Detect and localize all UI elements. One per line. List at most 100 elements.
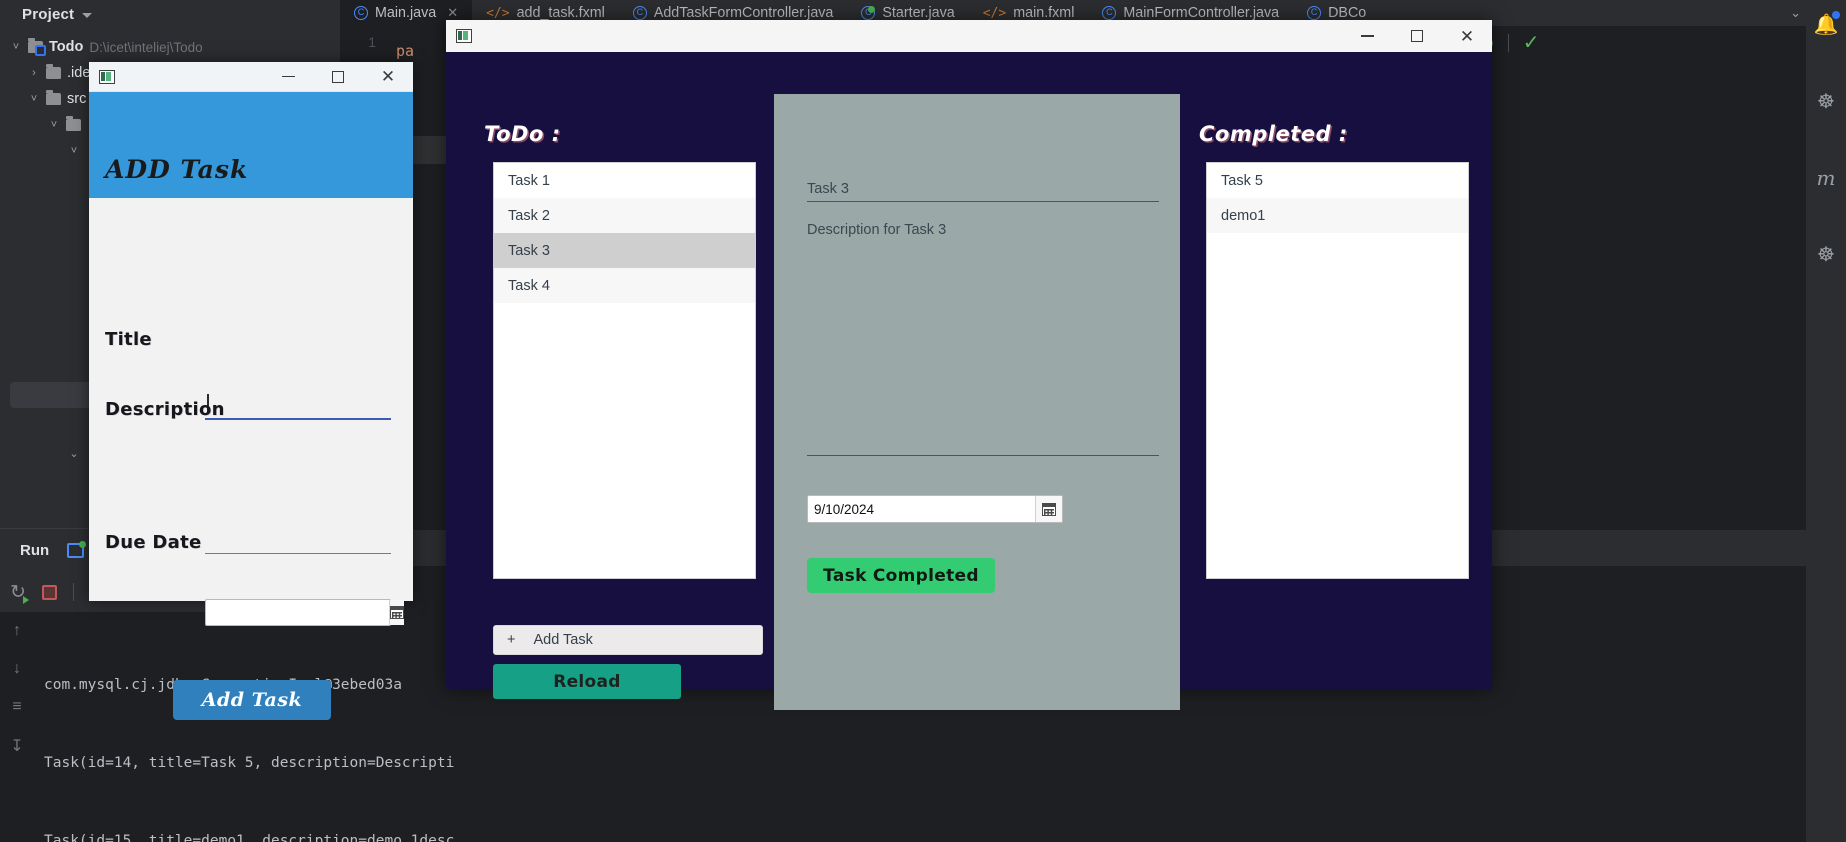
completed-list[interactable]: Task 5 demo1: [1206, 162, 1469, 579]
java-class-icon: C: [354, 6, 368, 20]
arrow-up-icon[interactable]: ↑: [13, 622, 21, 640]
folder-icon: [46, 90, 61, 105]
list-item-label: Task 1: [508, 172, 550, 189]
tab-label: AddTaskFormController.java: [653, 5, 834, 21]
task-completed-button[interactable]: Task Completed: [807, 558, 995, 593]
description-label: Description: [105, 399, 225, 420]
divider: [72, 583, 74, 601]
list-item-label: Task 3: [508, 242, 550, 259]
due-date-input[interactable]: [206, 600, 389, 625]
todo-main-window: ✕ Description for Task 3 Task Completed …: [446, 20, 1492, 710]
tab-label: Main.java: [375, 5, 437, 21]
run-console[interactable]: ↑ ↓ ≡ ↧ com.mysql.cj.jdbc.ConnectionImpl…: [0, 612, 455, 842]
description-input[interactable]: [205, 528, 391, 554]
plus-icon: +: [507, 632, 516, 648]
calendar-icon: [390, 606, 404, 619]
list-item-selected[interactable]: Task 3: [494, 233, 755, 268]
console-output: com.mysql.cj.jdbc.ConnectionImpl@3ebed03…: [44, 620, 455, 842]
detail-due-date-picker[interactable]: [807, 495, 1063, 523]
list-item[interactable]: Task 1: [494, 163, 755, 198]
list-item[interactable]: demo1: [1207, 198, 1468, 233]
dialog-title-bar[interactable]: ✕: [89, 62, 413, 92]
reload-button[interactable]: Reload: [493, 664, 681, 699]
tab-label: DBCo: [1328, 5, 1367, 21]
python-package-icon[interactable]: ☸: [1817, 242, 1835, 267]
divider: [1507, 33, 1509, 52]
tree-item-label: .ide: [67, 65, 91, 81]
detail-description-input[interactable]: Description for Task 3: [807, 220, 1159, 456]
tree-item-label: Todo: [49, 39, 84, 55]
checkmark-icon[interactable]: ✓: [1523, 30, 1540, 55]
due-date-label: Due Date: [105, 532, 202, 553]
expand-arrow-icon[interactable]: ⌄: [68, 447, 80, 460]
stop-icon[interactable]: [41, 584, 57, 600]
rerun-icon[interactable]: ↻: [10, 581, 29, 604]
soft-wrap-icon[interactable]: ≡: [12, 698, 21, 716]
close-icon[interactable]: ✕: [1442, 21, 1492, 51]
expand-arrow-icon[interactable]: ˅: [10, 41, 22, 53]
close-icon[interactable]: ✕: [447, 5, 458, 21]
tree-item-todo[interactable]: ˅ Todo D:\icet\inteliej\Todo: [0, 34, 340, 60]
detail-title-input[interactable]: [807, 176, 1159, 202]
notifications-bell-icon[interactable]: 🔔: [1814, 11, 1841, 37]
chevron-down-icon[interactable]: [82, 12, 93, 18]
expand-arrow-icon[interactable]: ›: [28, 67, 40, 79]
run-panel-title: Run: [20, 542, 50, 559]
list-item[interactable]: Task 4: [494, 268, 755, 303]
xml-icon: </>: [486, 5, 510, 21]
chevron-down-icon[interactable]: ⌄: [1790, 5, 1801, 21]
console-line: Task(id=15, title=demo1, description=dem…: [44, 833, 455, 842]
expand-arrow-icon[interactable]: ˅: [48, 119, 60, 131]
tree-item-path: D:\icet\inteliej\Todo: [89, 39, 203, 55]
list-item[interactable]: Task 5: [1207, 163, 1468, 198]
minimize-icon[interactable]: [263, 62, 313, 92]
console-side-toolbar: ↑ ↓ ≡ ↧: [0, 612, 34, 842]
window-controls: ✕: [1342, 21, 1492, 51]
java-runnable-class-icon: C: [861, 6, 876, 20]
due-date-picker[interactable]: [205, 599, 404, 626]
project-panel-header[interactable]: Project: [0, 0, 340, 28]
expand-arrow-icon[interactable]: ˅: [28, 93, 40, 105]
main-window-body: Description for Task 3 Task Completed To…: [446, 52, 1492, 710]
screen-root: 1 › pa pu } C Main.java ✕ </> add_task.f…: [0, 0, 1846, 842]
expand-arrow-icon[interactable]: ˅: [68, 145, 80, 157]
submit-add-task-button[interactable]: Add Task: [173, 680, 331, 720]
todo-heading: ToDo :: [484, 122, 561, 146]
tree-item-label: src: [67, 91, 87, 107]
main-window-title-bar[interactable]: ✕: [446, 20, 1492, 52]
run-config-icon[interactable]: [67, 541, 87, 558]
dialog-header-banner: ADD Task: [89, 92, 413, 198]
calendar-button[interactable]: [389, 600, 404, 625]
tree-item-nested-3[interactable]: ⌄: [0, 440, 80, 466]
database-icon[interactable]: ☸: [1817, 89, 1835, 114]
list-item-label: Task 4: [508, 277, 550, 294]
list-item-label: Task 2: [508, 207, 550, 224]
folder-icon: [66, 116, 81, 131]
detail-due-date-input[interactable]: [808, 496, 1035, 522]
list-item-label: demo1: [1221, 207, 1266, 224]
title-input[interactable]: [205, 394, 391, 420]
editor-bottom-strip: [340, 782, 1806, 842]
arrow-down-icon[interactable]: ↓: [13, 660, 21, 678]
todo-list[interactable]: Task 1 Task 2 Task 3 Task 4: [493, 162, 756, 579]
tab-label: add_task.fxml: [516, 5, 605, 21]
java-class-icon: C: [1307, 6, 1322, 20]
scroll-to-end-icon[interactable]: ↧: [10, 736, 23, 756]
folder-icon: [28, 38, 46, 56]
maximize-icon[interactable]: [1392, 21, 1442, 51]
dialog-title: ADD Task: [105, 155, 249, 184]
detail-calendar-button[interactable]: [1035, 496, 1062, 522]
add-task-button-label: Add Task: [533, 632, 593, 648]
close-icon[interactable]: ✕: [363, 62, 413, 92]
maximize-icon[interactable]: [313, 62, 363, 92]
maven-icon[interactable]: m: [1817, 166, 1836, 190]
list-item-label: Task 5: [1221, 172, 1263, 189]
minimize-icon[interactable]: [1342, 21, 1392, 51]
right-tool-rail: 🔔 ☸ m ☸: [1806, 0, 1846, 842]
calendar-icon: [1042, 502, 1056, 516]
list-item[interactable]: Task 2: [494, 198, 755, 233]
tab-label: MainFormController.java: [1123, 5, 1280, 21]
app-icon: [99, 69, 115, 84]
window-controls: ✕: [263, 62, 413, 92]
add-task-button[interactable]: + Add Task: [493, 625, 763, 655]
